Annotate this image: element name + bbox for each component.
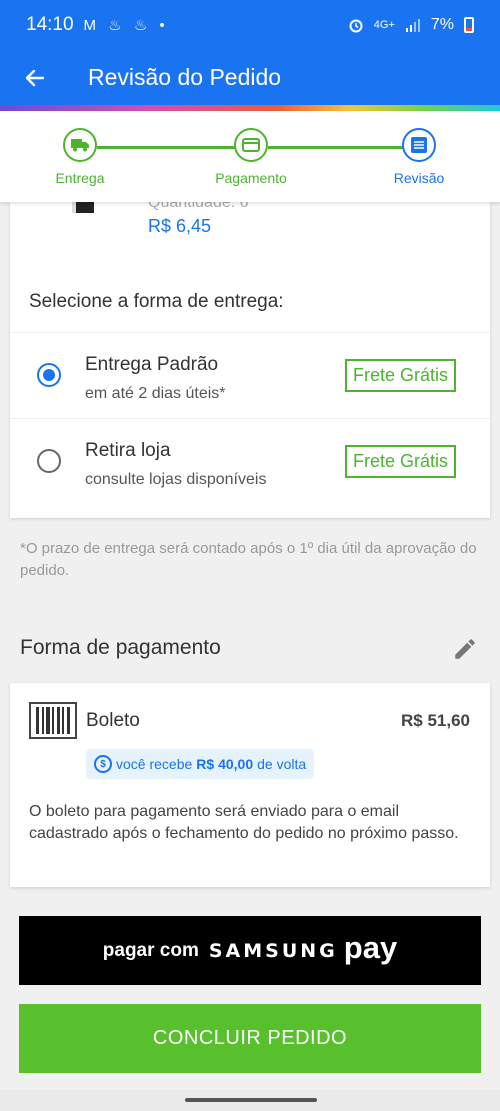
free-shipping-badge: Frete Grátis [345, 445, 457, 478]
conclude-order-button[interactable]: CONCLUIR PEDIDO [19, 1004, 481, 1073]
truck-icon [71, 139, 89, 152]
delivery-section-title: Selecione a forma de entrega: [29, 291, 284, 312]
status-right: 4G+ 7% [348, 16, 474, 34]
payment-method: Boleto [86, 710, 140, 731]
product-quantity: Quantidade: 6 [148, 202, 249, 211]
samsung-logo: SAMSUNG [208, 939, 338, 962]
payment-description: O boleto para pagamento será enviado par… [29, 803, 459, 842]
status-bar: 14:10 M ♨ ♨ • 4G+ 7% [0, 0, 500, 50]
step-label: Revisão [393, 170, 445, 186]
pay-logo: pay [343, 930, 398, 965]
product-price: R$ 6,45 [148, 216, 212, 236]
payment-amount: R$ 51,60 [401, 711, 470, 730]
back-button[interactable] [0, 50, 70, 105]
battery-icon [464, 17, 474, 33]
option-title: Entrega Padrão [85, 354, 219, 375]
delivery-option-standard[interactable]: Entrega Padrão em até 2 dias úteis* Fret… [10, 332, 490, 418]
product-thumbnail [72, 202, 94, 213]
network-label: 4G+ [373, 19, 395, 31]
arrow-left-icon [25, 69, 45, 86]
cashback-icon: $ [94, 755, 112, 773]
delivery-option-pickup[interactable]: Retira loja consulte lojas disponíveis F… [10, 418, 490, 504]
option-title: Retira loja [85, 440, 171, 461]
step-revisao[interactable]: Revisão [364, 128, 474, 186]
notification-icons: M ♨ ♨ • [83, 17, 169, 34]
radio-button[interactable] [37, 449, 61, 473]
radio-button-selected[interactable] [37, 363, 61, 387]
cashback-prefix: você recebe [116, 756, 193, 772]
step-circle [402, 128, 436, 162]
home-indicator[interactable] [185, 1098, 317, 1102]
step-circle [63, 128, 97, 162]
option-subtitle: em até 2 dias úteis* [85, 385, 226, 402]
status-time: 14:10 [26, 14, 74, 35]
delivery-note: *O prazo de entrega será contado após o … [20, 540, 477, 579]
payment-section-title: Forma de pagamento [20, 636, 221, 659]
samsung-pay-text: pagar com [102, 939, 199, 961]
system-nav-bar [0, 1090, 500, 1111]
signal-icon [405, 19, 420, 32]
samsung-pay-button[interactable]: pagar com SAMSUNG pay [19, 916, 481, 985]
card-icon [242, 138, 260, 152]
alarm-icon [349, 19, 363, 33]
list-icon [411, 137, 427, 153]
option-subtitle: consulte lojas disponíveis [85, 471, 267, 488]
cashback-amount: R$ 40,00 [196, 756, 254, 772]
app-bar: Revisão do Pedido [0, 50, 500, 105]
step-circle [234, 128, 268, 162]
step-entrega[interactable]: Entrega [25, 128, 135, 186]
free-shipping-badge: Frete Grátis [345, 359, 457, 392]
checkout-stepper: Entrega Pagamento Revisão [0, 111, 500, 202]
step-label: Entrega [55, 170, 105, 186]
cashback-badge: $ você recebe R$ 40,00 de volta [86, 749, 315, 779]
delivery-card: Quantidade: 6 R$ 6,45 Selecione a forma … [10, 202, 490, 518]
battery-label: 7% [430, 16, 454, 33]
cashback-suffix: de volta [257, 756, 307, 772]
step-label: Pagamento [215, 170, 287, 186]
pencil-icon[interactable] [452, 636, 478, 662]
barcode-icon [29, 702, 77, 739]
page-title: Revisão do Pedido [88, 64, 282, 90]
step-pagamento[interactable]: Pagamento [196, 128, 306, 186]
payment-card: Boleto R$ 51,60 $ você recebe R$ 40,00 d… [10, 683, 490, 887]
